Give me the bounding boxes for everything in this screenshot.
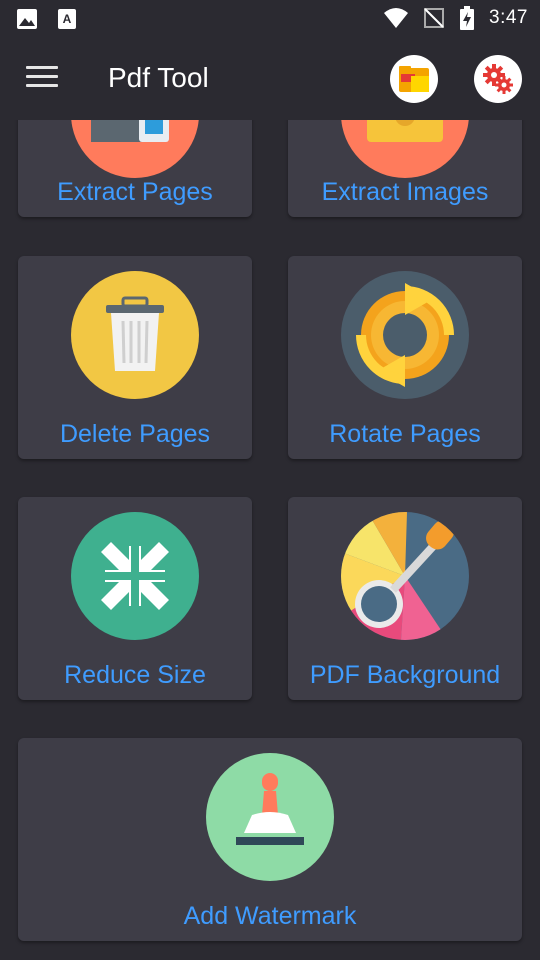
folder-button[interactable] — [390, 55, 438, 103]
tool-card-add-watermark[interactable]: Add Watermark — [18, 738, 522, 941]
battery-charging-icon — [460, 6, 475, 30]
settings-gears-icon — [483, 64, 513, 94]
tool-card-pdf-background[interactable]: PDF Background — [288, 497, 522, 700]
trash-icon — [71, 271, 199, 399]
svg-text:A: A — [63, 12, 72, 26]
compress-icon — [71, 512, 199, 640]
tool-label: Extract Pages — [57, 178, 213, 206]
extract-pages-icon — [71, 120, 199, 178]
color-picker-icon — [341, 512, 469, 640]
tool-label: Delete Pages — [59, 420, 211, 448]
folder-icon — [399, 66, 429, 92]
tool-card-reduce-size[interactable]: Reduce Size — [18, 497, 252, 700]
image-icon — [17, 9, 37, 29]
tool-label: Extract Images — [321, 178, 489, 206]
no-signal-icon — [424, 8, 445, 28]
status-bar: A 3:47 — [0, 0, 540, 36]
tool-label: Reduce Size — [64, 661, 206, 689]
tool-card-extract-images[interactable]: Extract Images — [288, 120, 522, 217]
clock: 3:47 — [489, 7, 528, 28]
hamburger-icon-line — [26, 84, 58, 87]
tool-card-extract-pages[interactable]: Extract Pages — [18, 120, 252, 217]
tools-grid: Extract Pages Extract Images Delete Page… — [0, 120, 540, 960]
hamburger-icon-line — [26, 75, 58, 78]
rotate-icon — [341, 271, 469, 399]
app-bar: Pdf Tool — [0, 36, 540, 120]
tool-label: Rotate Pages — [329, 420, 481, 448]
tool-card-rotate-pages[interactable]: Rotate Pages — [288, 256, 522, 459]
settings-button[interactable] — [474, 55, 522, 103]
wifi-icon — [384, 8, 409, 28]
app-title: Pdf Tool — [108, 62, 209, 93]
extract-images-icon — [341, 120, 469, 178]
stamp-icon — [206, 753, 334, 881]
tool-label: PDF Background — [309, 661, 501, 689]
hamburger-icon-line — [26, 66, 58, 69]
tool-card-delete-pages[interactable]: Delete Pages — [18, 256, 252, 459]
font-icon: A — [58, 9, 76, 29]
menu-button[interactable] — [26, 66, 58, 90]
tool-label: Add Watermark — [183, 902, 357, 930]
